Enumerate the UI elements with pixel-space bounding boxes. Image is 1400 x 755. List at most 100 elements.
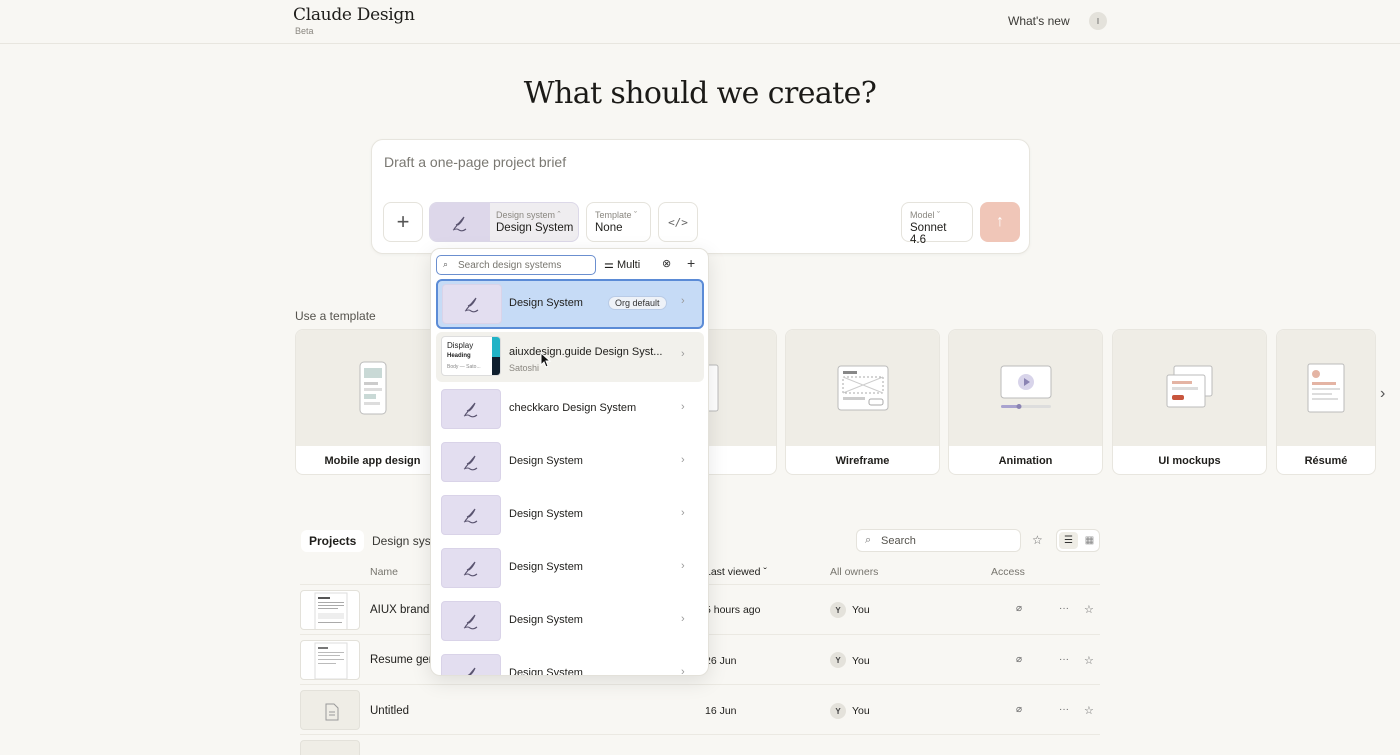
template-card-animation[interactable]: Animation xyxy=(948,329,1103,475)
star-icon[interactable]: ☆ xyxy=(1084,603,1094,616)
template-card-label: UI mockups xyxy=(1158,455,1221,467)
list-view-icon[interactable]: ☰ xyxy=(1059,532,1078,549)
design-system-thumbnail xyxy=(430,203,490,241)
add-attachment-button[interactable]: + xyxy=(383,202,423,242)
owner-name: You xyxy=(852,604,870,616)
more-options-icon[interactable]: ··· xyxy=(1059,704,1069,715)
multi-select-toggle[interactable]: ⚌ Multi xyxy=(604,258,640,271)
project-search-input[interactable]: ⌕ Search xyxy=(856,529,1021,552)
tab-design-systems[interactable]: Design sys xyxy=(372,534,431,548)
mockup-icon xyxy=(1166,365,1212,408)
project-thumbnail[interactable] xyxy=(300,740,360,755)
design-system-item[interactable]: Design System › xyxy=(436,650,704,676)
play-icon xyxy=(1000,365,1051,409)
sliders-icon: ⚌ xyxy=(604,259,614,271)
tab-projects[interactable]: Projects xyxy=(301,530,365,552)
template-selector[interactable]: Template ˇ None xyxy=(586,202,651,242)
template-card-resume[interactable]: Résumé xyxy=(1276,329,1376,475)
prompt-input[interactable]: Draft a one-page project brief xyxy=(384,154,566,170)
template-value: None xyxy=(595,222,623,234)
star-filter-icon[interactable]: ☆ xyxy=(1032,533,1043,547)
chevron-right-icon[interactable]: › xyxy=(1380,385,1385,403)
user-avatar[interactable]: I xyxy=(1089,12,1107,30)
owner-avatar: Y xyxy=(830,703,846,719)
column-name[interactable]: Name xyxy=(370,566,398,578)
model-value: Sonnet 4.6 xyxy=(910,222,947,246)
app-logo[interactable]: Claude Design xyxy=(293,5,415,25)
star-icon[interactable]: ☆ xyxy=(1084,704,1094,717)
design-system-item[interactable]: Display Heading Body — Sato... aiuxdesig… xyxy=(436,332,704,382)
template-card-wireframe[interactable]: Wireframe xyxy=(785,329,940,475)
mouse-cursor-icon xyxy=(540,352,552,368)
link-icon[interactable]: ⌀ xyxy=(1016,603,1022,614)
grid-view-icon[interactable]: ▦ xyxy=(1080,532,1099,549)
column-owners[interactable]: All owners xyxy=(830,566,878,578)
project-thumbnail[interactable] xyxy=(300,590,360,630)
chevron-right-icon: › xyxy=(681,348,685,360)
owner-avatar: Y xyxy=(830,652,846,668)
page-title: What should we create? xyxy=(523,76,877,111)
top-bar xyxy=(0,0,1400,44)
more-options-icon[interactable]: ··· xyxy=(1059,603,1069,614)
design-system-label: Design system ˆ xyxy=(496,210,561,220)
view-toggle: ☰ ▦ xyxy=(1056,529,1100,552)
chevron-right-icon: › xyxy=(681,507,685,519)
link-icon[interactable]: ⌀ xyxy=(1016,654,1022,665)
feather-pen-icon xyxy=(463,508,478,524)
more-options-icon[interactable]: ··· xyxy=(1059,654,1069,665)
project-thumbnail[interactable] xyxy=(300,640,360,680)
send-button[interactable]: ↑ xyxy=(980,202,1020,242)
file-icon xyxy=(325,703,339,721)
design-system-item[interactable]: Design System Org default › xyxy=(436,279,704,329)
design-system-value: Design System xyxy=(496,222,574,234)
document-thumbnail-icon xyxy=(314,642,348,679)
chevron-right-icon: › xyxy=(681,560,685,572)
whats-new-link[interactable]: What's new xyxy=(1008,14,1070,28)
owner-avatar: Y xyxy=(830,602,846,618)
search-icon: ⌕ xyxy=(865,534,872,546)
chevron-down-icon: ˇ xyxy=(763,566,767,578)
project-last-viewed: 5 hours ago xyxy=(705,604,761,616)
chevron-right-icon: › xyxy=(681,401,685,413)
wireframe-icon xyxy=(837,365,888,411)
link-icon[interactable]: ⌀ xyxy=(1016,704,1022,715)
owner-name: You xyxy=(852,655,870,667)
design-system-search-input[interactable]: ⌕ Search design systems xyxy=(436,255,596,275)
template-label: Template ˇ xyxy=(595,210,638,220)
model-label: Model ˇ xyxy=(910,210,941,220)
project-name[interactable]: Untitled xyxy=(370,705,409,717)
chevron-up-icon: ˆ xyxy=(557,210,561,220)
design-system-item[interactable]: checkkaro Design System › xyxy=(436,385,704,435)
design-system-item[interactable]: Design System › xyxy=(436,438,704,488)
beta-badge: Beta xyxy=(295,26,314,36)
template-card-mobile[interactable]: Mobile app design xyxy=(295,329,450,475)
search-icon: ⌕ xyxy=(443,259,449,269)
project-name[interactable]: AIUX brand xyxy=(370,604,429,616)
project-last-viewed: 16 Jun xyxy=(705,705,737,717)
chevron-right-icon: › xyxy=(681,666,685,676)
design-system-item[interactable]: Design System › xyxy=(436,544,704,594)
model-selector[interactable]: Model ˇ Sonnet 4.6 xyxy=(901,202,973,246)
project-thumbnail[interactable] xyxy=(300,690,360,730)
design-system-dropdown: ⌕ Search design systems ⚌ Multi ⊗ + Desi… xyxy=(430,248,709,676)
design-system-selector[interactable]: Design system ˆ Design System xyxy=(429,202,579,242)
feather-pen-icon xyxy=(467,667,476,675)
star-icon[interactable]: ☆ xyxy=(1084,654,1094,667)
owner-name: You xyxy=(852,705,870,717)
resume-icon xyxy=(1307,363,1345,413)
design-system-item[interactable]: Design System › xyxy=(436,491,704,541)
design-system-item[interactable]: Design System › xyxy=(436,597,704,647)
org-default-badge: Org default xyxy=(608,296,667,310)
feather-pen-icon xyxy=(463,561,478,577)
project-name[interactable]: Resume ger xyxy=(370,654,433,666)
chevron-down-icon: ˇ xyxy=(634,210,638,220)
feather-pen-icon xyxy=(463,614,478,630)
add-design-system-button[interactable]: + xyxy=(687,255,695,271)
clear-icon[interactable]: ⊗ xyxy=(662,257,671,270)
column-access: Access xyxy=(991,566,1025,578)
phone-icon xyxy=(359,361,386,415)
column-last-viewed[interactable]: Last viewed ˇ xyxy=(705,566,767,578)
code-icon[interactable]: </> xyxy=(658,202,698,242)
template-card-ui-mockups[interactable]: UI mockups xyxy=(1112,329,1267,475)
document-thumbnail-icon xyxy=(314,592,348,629)
